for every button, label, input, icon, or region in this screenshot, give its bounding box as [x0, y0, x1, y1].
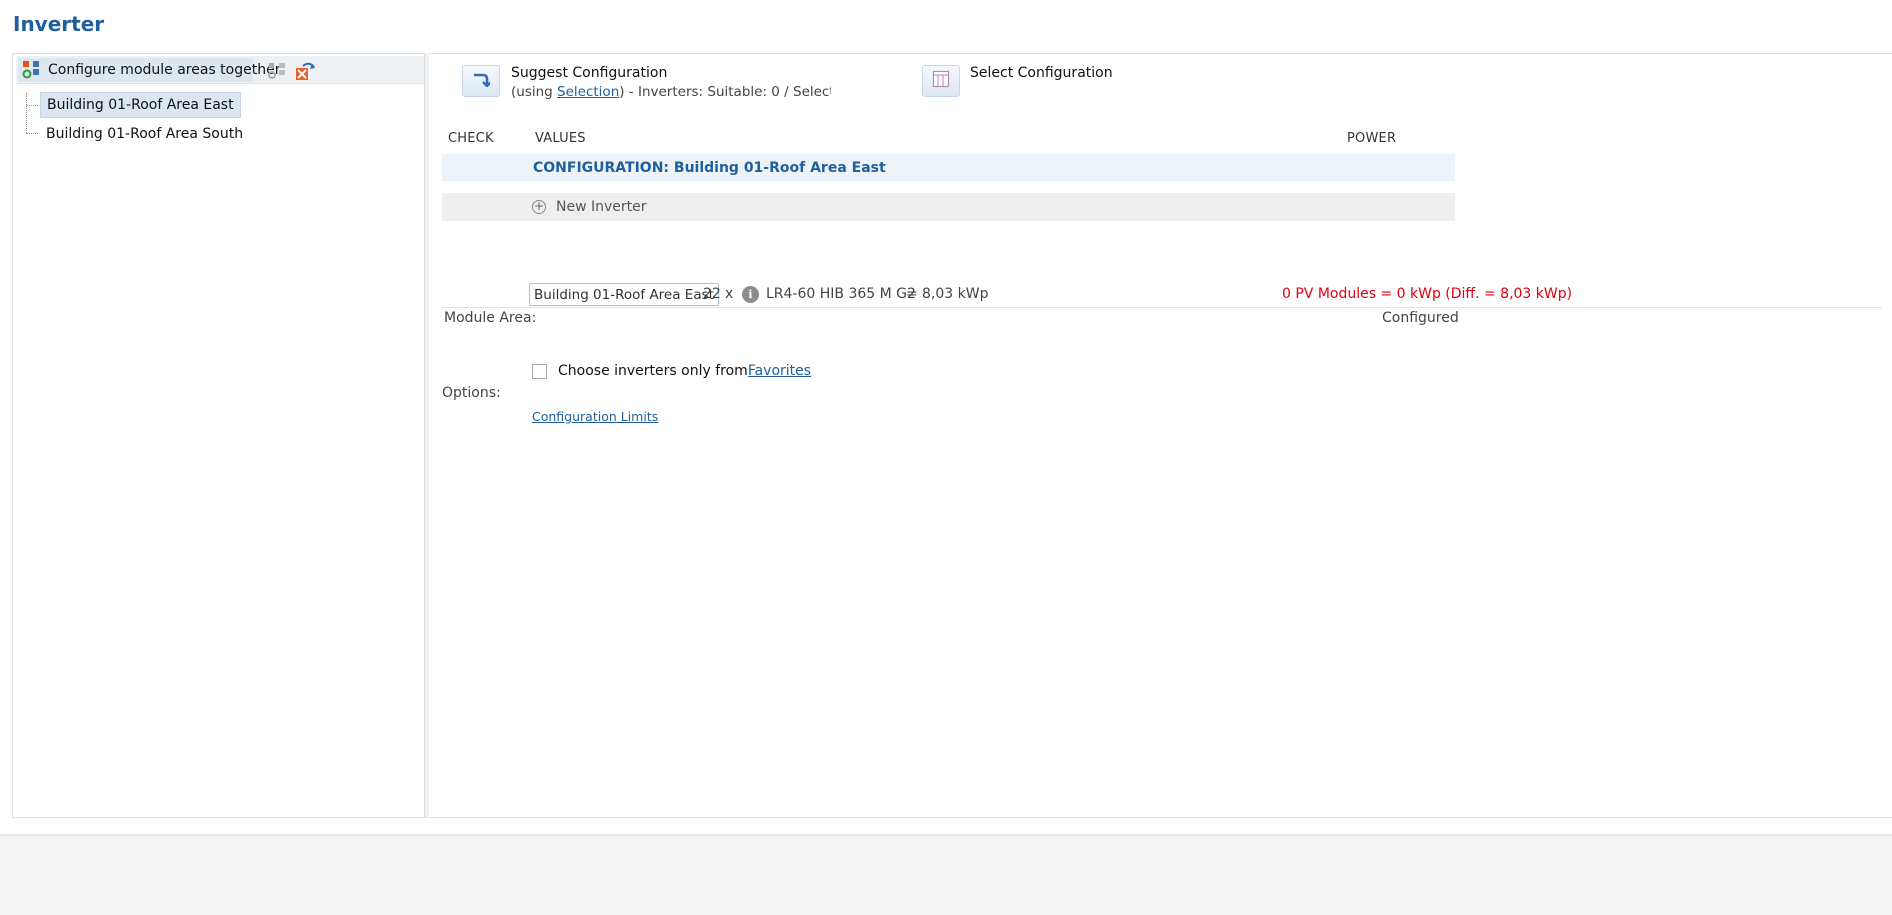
suggest-configuration-title[interactable]: Suggest Configuration [511, 65, 667, 81]
module-name: LR4-60 HIB 365 M G2 [766, 286, 916, 302]
suggest-arrow-icon [472, 71, 492, 91]
selection-link[interactable]: Selection [557, 84, 619, 100]
new-inverter-label: New Inverter [556, 199, 647, 215]
configuration-row[interactable]: CONFIGURATION: Building 01-Roof Area Eas… [442, 154, 1455, 181]
options-label: Options: [442, 385, 501, 401]
tree-connector [26, 93, 27, 133]
module-area-name-box[interactable]: Building 01-Roof Area East [529, 283, 719, 306]
reset-configuration-icon[interactable] [295, 61, 315, 81]
module-count: 22 [703, 286, 721, 302]
module-area-panel: Configure module areas together Building… [12, 53, 426, 818]
inverter-configuration-panel: Suggest Configuration (using Selection) … [429, 53, 1892, 818]
favorites-only-checkbox[interactable] [532, 364, 547, 379]
times-sign: x [725, 286, 734, 302]
configure-together-label: Configure module areas together [48, 62, 281, 78]
favorites-link[interactable]: Favorites [748, 363, 811, 379]
configure-together-toggle[interactable]: Configure module areas together [18, 58, 280, 82]
add-circle-icon: + [532, 199, 546, 214]
favorites-option-label: Choose inverters only from [558, 363, 748, 379]
section-divider [442, 307, 1882, 308]
new-inverter-row[interactable]: + New Inverter [442, 193, 1455, 221]
separate-areas-icon[interactable] [268, 61, 288, 81]
configured-label: Configured [1382, 310, 1459, 326]
footer-bar [0, 834, 1892, 915]
select-configuration-title[interactable]: Select Configuration [970, 65, 1113, 81]
summary-suffix: ) - Inverters: Suitable: 0 / Selection: … [619, 84, 831, 100]
select-configuration-button[interactable] [922, 65, 960, 97]
suggest-configuration-button[interactable] [462, 65, 500, 97]
column-header-check: CHECK [448, 131, 494, 146]
configuration-title: CONFIGURATION: Building 01-Roof Area Eas… [533, 159, 886, 176]
summary-prefix: (using [511, 84, 558, 100]
equals-sign: = [906, 286, 918, 302]
left-toolbar: Configure module areas together [16, 56, 424, 84]
module-area-power: 8,03 kWp [922, 286, 989, 302]
column-header-power: POWER [1347, 131, 1397, 146]
configuration-limits-link[interactable]: Configuration Limits [532, 409, 658, 424]
configured-status: 0 PV Modules = 0 kWp (Diff. = 8,03 kWp) [1282, 286, 1573, 302]
info-icon[interactable]: i [742, 286, 759, 303]
favorites-option: Choose inverters only fromFavorites [558, 363, 811, 379]
suggest-configuration-summary: (using Selection) - Inverters: Suitable:… [511, 84, 831, 100]
tree-connector [26, 133, 38, 134]
tree-item-roof-area-south[interactable]: Building 01-Roof Area South [40, 121, 249, 147]
module-area-label: Module Area: [444, 310, 537, 326]
select-table-icon [932, 70, 950, 92]
column-header-values: VALUES [535, 131, 586, 146]
module-areas-icon [22, 60, 42, 80]
tree-item-roof-area-east[interactable]: Building 01-Roof Area East [40, 92, 241, 118]
page-title: Inverter [13, 12, 105, 36]
tree-connector [26, 105, 38, 106]
